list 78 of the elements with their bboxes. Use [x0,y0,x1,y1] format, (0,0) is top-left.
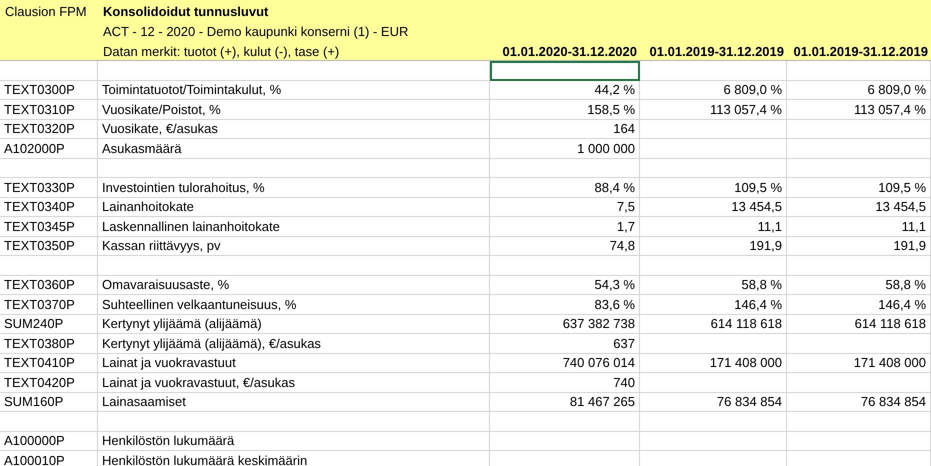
value-cell: 740 [613,374,635,390]
value-cell: 58,8 % [742,277,782,292]
row-label: Lainanhoitokate [102,199,194,214]
value-cell: 13 454,5 [875,199,926,214]
value-cell: 113 057,4 % [854,102,926,116]
row-label: Asukasmäärä [102,140,182,156]
row-code: TEXT0320P [4,121,75,136]
row-label: Vuosikate/Poistot, % [102,102,221,116]
report-subtitle: ACT - 12 - 2020 - Demo kaupunki konserni (1) - EUR [103,24,408,39]
row-label: Toimintatuotot/Toimintakulut, % [102,82,282,97]
row-label: Laskennallinen lainanhoitokate [102,218,280,234]
row-code: A100010P [4,452,65,466]
row-code: SUM240P [4,316,64,331]
column-header: 01.01.2019-31.12.2019 [794,44,928,59]
row-label: Kassan riittävyys, pv [102,238,220,253]
value-cell: 76 834 854 [860,394,926,409]
row-code: SUM160P [4,394,64,409]
row-code: TEXT0360P [4,277,75,292]
value-cell: 1 000 000 [577,140,635,156]
row-code: TEXT0345P [4,218,75,234]
value-cell: 109,5 % [878,180,926,194]
row-label: Lainat ja vuokravastuut, €/asukas [102,374,295,390]
row-code: TEXT0420P [4,374,75,390]
row-label: Investointien tulorahoitus, % [102,180,265,194]
value-cell: 113 057,4 % [710,102,782,116]
row-code: TEXT0340P [4,199,75,214]
value-cell: 76 834 854 [716,394,782,409]
value-cell: 83,6 % [594,296,635,312]
value-cell: 146,4 % [878,296,926,312]
row-code: TEXT0350P [4,238,75,253]
value-cell: 13 454,5 [731,199,782,214]
value-cell: 164 [613,121,635,136]
value-cell: 158,5 % [587,102,635,116]
value-cell: 6 809,0 % [867,82,926,97]
value-cell: 44,2 % [594,82,635,97]
row-code: TEXT0410P [4,355,75,370]
value-cell: 81 467 265 [570,394,635,409]
value-cell: 171 408 000 [854,355,926,370]
value-cell: 54,3 % [594,277,635,292]
value-cell: 58,8 % [886,277,926,292]
value-cell: 11,1 [902,218,926,234]
app-name: Clausion FPM [5,4,87,19]
row-label: Kertynyt ylijäämä (alijäämä) [102,316,262,331]
row-label: Suhteellinen velkaantuneisuus, % [102,296,296,312]
row-code: TEXT0300P [4,82,75,97]
value-cell: 146,4 % [734,296,782,312]
value-cell: 74,8 [610,238,635,253]
column-header: 01.01.2020-31.12.2020 [502,44,637,59]
row-code: TEXT0310P [4,102,75,116]
value-cell: 11,1 [758,218,782,234]
value-cell: 6 809,0 % [723,82,782,97]
row-code: A100000P [4,433,65,448]
row-code: TEXT0370P [4,296,75,312]
sign-note: Datan merkit: tuotot (+), kulut (-), tase (+) [103,44,340,59]
value-cell: 614 118 618 [710,316,782,331]
value-cell: 191,9 [749,238,782,253]
value-cell: 171 408 000 [710,355,782,370]
value-cell: 740 076 014 [562,355,635,370]
row-label: Omavaraisuusaste, % [102,277,230,292]
value-cell: 7,5 [616,199,635,214]
value-cell: 109,5 % [734,180,782,194]
row-code: TEXT0330P [4,180,75,194]
value-cell: 191,9 [893,238,926,253]
column-header: 01.01.2019-31.12.2019 [650,44,784,59]
row-label: Kertynyt ylijäämä (alijäämä), €/asukas [102,336,321,350]
row-label: Lainasaamiset [102,394,186,409]
value-cell: 637 [613,336,635,350]
row-label: Henkilöstön lukumäärä [102,433,234,448]
row-label: Vuosikate, €/asukas [102,121,218,136]
row-code: TEXT0380P [4,336,75,350]
value-cell: 637 382 738 [562,316,635,331]
value-cell: 88,4 % [594,180,635,194]
value-cell: 1,7 [616,218,635,234]
row-label: Henkilöstön lukumäärä keskimäärin [102,452,308,466]
report-title: Konsolidoidut tunnusluvut [103,4,268,19]
value-cell: 614 118 618 [854,316,926,331]
row-code: A102000P [4,140,65,156]
row-label: Lainat ja vuokravastuut [102,355,236,370]
